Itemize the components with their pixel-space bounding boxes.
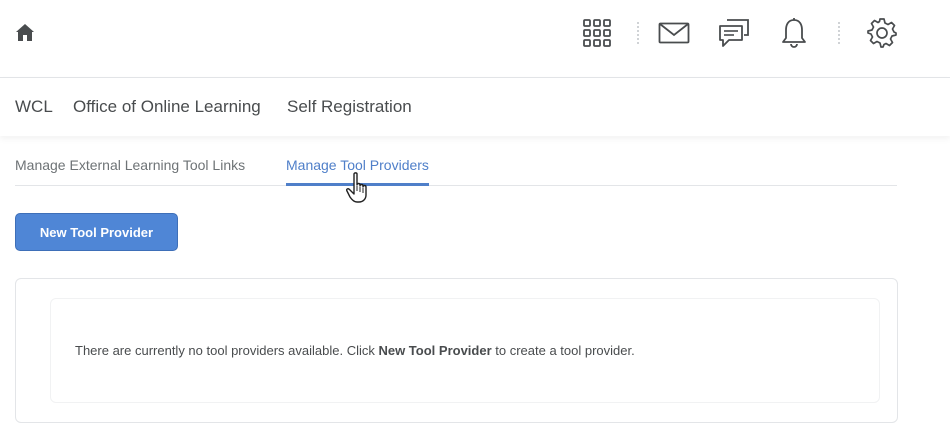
- course-navbar: WCL Office of Online Learning Self Regis…: [0, 78, 950, 136]
- tool-providers-panel: There are currently no tool providers av…: [15, 278, 898, 423]
- nav-item-office-of-online-learning[interactable]: Office of Online Learning: [73, 97, 261, 117]
- grid-icon[interactable]: [577, 14, 617, 52]
- nav-item-self-registration[interactable]: Self Registration: [287, 97, 412, 117]
- mail-icon[interactable]: [654, 14, 694, 52]
- empty-state-text-before: There are currently no tool providers av…: [75, 343, 379, 358]
- empty-state-text-after: to create a tool provider.: [491, 343, 635, 358]
- gear-icon[interactable]: [862, 14, 902, 52]
- toolbar-icons: [0, 14, 950, 54]
- tab-manage-tool-providers[interactable]: Manage Tool Providers: [286, 157, 429, 186]
- separator: [637, 22, 639, 44]
- bell-icon[interactable]: [774, 14, 814, 52]
- chat-icon[interactable]: [714, 14, 754, 52]
- empty-state-emphasis: New Tool Provider: [378, 343, 492, 358]
- top-bar: [0, 0, 950, 78]
- separator: [838, 22, 840, 44]
- tab-manage-external-learning-tool-links[interactable]: Manage External Learning Tool Links: [15, 157, 245, 186]
- empty-state-message: There are currently no tool providers av…: [75, 343, 635, 358]
- new-tool-provider-button[interactable]: New Tool Provider: [15, 213, 178, 251]
- tab-bar: Manage External Learning Tool Links Mana…: [15, 155, 897, 186]
- nav-item-wcl[interactable]: WCL: [15, 97, 53, 117]
